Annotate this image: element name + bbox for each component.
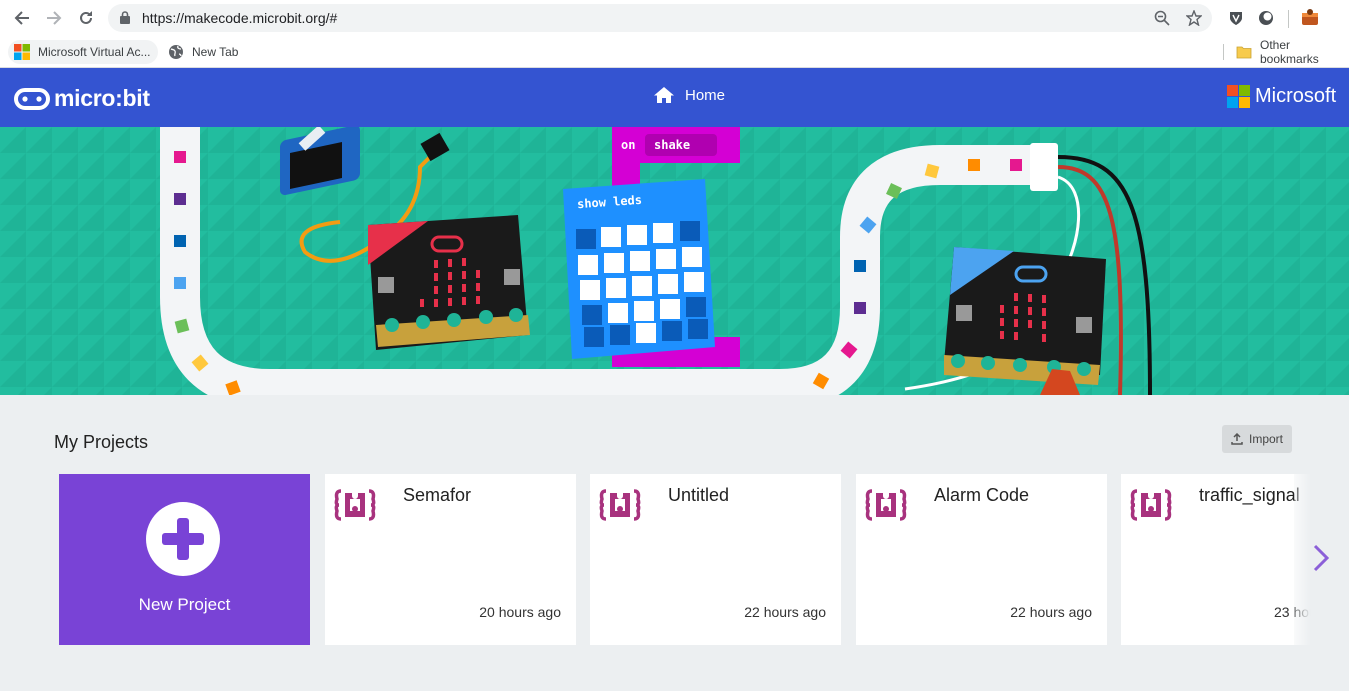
import-label: Import: [1248, 432, 1283, 446]
project-card[interactable]: Semafor 20 hours ago: [325, 474, 576, 645]
chevron-right-icon: [1313, 544, 1330, 572]
folder-icon: [1236, 44, 1252, 60]
forward-arrow-icon: [47, 11, 62, 25]
upload-icon: [1231, 433, 1243, 445]
microbit-board-left: [368, 215, 530, 350]
other-bookmarks[interactable]: Other bookmarks: [1230, 38, 1349, 66]
zoom-icon[interactable]: [1152, 9, 1172, 27]
home-link[interactable]: Home: [653, 86, 725, 104]
reload-icon: [80, 11, 92, 24]
projects-section: My Projects Import New Project Semafor 2…: [0, 395, 1349, 691]
project-time: 22 hours ago: [1010, 604, 1092, 620]
url-text[interactable]: https://makecode.microbit.org/#: [142, 10, 337, 26]
project-puzzle-icon: [333, 485, 377, 530]
back-button[interactable]: [10, 6, 34, 30]
home-label: Home: [685, 86, 726, 104]
project-card[interactable]: Alarm Code 22 hours ago: [856, 474, 1107, 645]
forward-button[interactable]: [42, 6, 66, 30]
microsoft-logo[interactable]: Microsoft: [1227, 85, 1336, 108]
project-puzzle-icon: [864, 485, 908, 530]
star-icon[interactable]: [1184, 9, 1204, 27]
back-arrow-icon: [14, 11, 29, 25]
event-dropdown-label: shake: [654, 138, 691, 152]
carousel-next-button[interactable]: [1310, 543, 1332, 578]
bookmarks-bar: Microsoft Virtual Ac... New Tab Other bo…: [0, 36, 1349, 68]
microbit-board-right: [944, 247, 1106, 395]
new-project-label: New Project: [138, 595, 231, 614]
microsoft-icon: [14, 44, 30, 60]
globe-icon: [168, 44, 184, 60]
bookmark-microsoft-virtual-academy[interactable]: Microsoft Virtual Ac...: [8, 40, 159, 64]
microsoft-label: Microsoft: [1255, 85, 1337, 107]
bookmark-label: Microsoft Virtual Ac...: [38, 45, 151, 59]
bookmark-label: New Tab: [192, 45, 239, 59]
microbit-logo-icon: [14, 87, 50, 110]
bookmarks-separator: [1223, 44, 1224, 60]
microbit-logo[interactable]: micro:bit: [14, 85, 150, 112]
banner-illustration: [0, 127, 1349, 395]
project-name: Semafor: [403, 485, 472, 505]
project-name: traffic_signal: [1199, 485, 1300, 505]
project-name: Alarm Code: [934, 485, 1030, 505]
bookmark-new-tab[interactable]: New Tab: [162, 40, 246, 64]
projects-title: My Projects: [54, 432, 149, 452]
import-button[interactable]: Import: [1222, 425, 1292, 453]
browser-toolbar: https://makecode.microbit.org/#: [0, 0, 1349, 36]
circle-extension-icon[interactable]: [1256, 8, 1276, 28]
microsoft-logo-icon: [1227, 85, 1250, 108]
plus-icon: [146, 502, 220, 576]
project-name: Untitled: [668, 485, 730, 505]
project-time: 22 hours ago: [744, 604, 826, 620]
profile-avatar-icon[interactable]: [1300, 8, 1320, 28]
other-bookmarks-label: Other bookmarks: [1260, 38, 1319, 66]
home-icon: [654, 87, 674, 103]
project-time: 20 hours ago: [479, 604, 561, 620]
hero-banner: on shake show leds: [0, 127, 1349, 395]
toolbar-separator: [1288, 10, 1289, 28]
project-puzzle-icon: [1129, 485, 1173, 530]
reload-button[interactable]: [74, 6, 98, 30]
shield-extension-icon[interactable]: [1226, 8, 1246, 28]
event-block-label: on: [621, 138, 636, 152]
new-project-card[interactable]: New Project: [59, 474, 310, 645]
app-header: micro:bit Home Microsoft: [0, 68, 1349, 127]
project-puzzle-icon: [598, 485, 642, 530]
lock-icon: [120, 11, 130, 29]
address-bar[interactable]: https://makecode.microbit.org/#: [108, 4, 1212, 32]
project-card[interactable]: Untitled 22 hours ago: [590, 474, 841, 645]
logo-text: micro:bit: [54, 85, 150, 111]
